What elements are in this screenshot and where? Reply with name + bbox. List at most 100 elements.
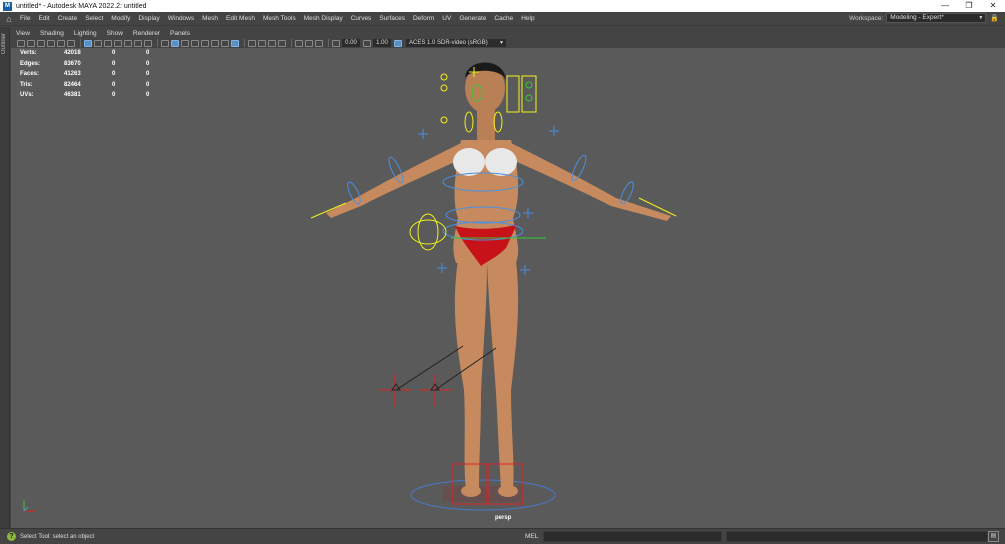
help-line: ? Select Tool: select an object MEL ▤ [0, 528, 1005, 544]
textured-icon[interactable] [201, 39, 209, 47]
isolate-select-icon[interactable] [295, 39, 303, 47]
panel-menu-show[interactable]: Show [102, 30, 128, 37]
menu-generate[interactable]: Generate [455, 15, 490, 22]
close-button[interactable]: ✕ [981, 0, 1005, 12]
chevron-down-icon: ▼ [499, 40, 504, 46]
menu-surfaces[interactable]: Surfaces [375, 15, 409, 22]
view-transform-dropdown[interactable]: ACES 1.0 SDR-video (sRGB) ▼ [406, 39, 506, 47]
exposure-icon[interactable] [332, 39, 340, 47]
grid-icon[interactable] [84, 39, 92, 47]
outliner-tab[interactable]: Outliner [0, 27, 10, 528]
command-line-input[interactable] [543, 531, 722, 542]
menu-edit-mesh[interactable]: Edit Mesh [222, 15, 259, 22]
hud-row-tris: Tris: 82464 0 0 [20, 80, 166, 91]
workspace-value: Modeling - Expert* [890, 14, 944, 21]
default-material-icon[interactable] [181, 39, 189, 47]
motion-blur-icon[interactable] [258, 39, 266, 47]
safe-action-icon[interactable] [134, 39, 142, 47]
menu-mesh[interactable]: Mesh [198, 15, 222, 22]
command-result-field [726, 531, 988, 542]
wireframe-icon[interactable] [161, 39, 169, 47]
menu-create[interactable]: Create [54, 15, 82, 22]
minimize-button[interactable]: — [933, 0, 957, 12]
menu-help[interactable]: Help [517, 15, 538, 22]
menu-file[interactable]: File [16, 15, 34, 22]
wireframe-on-shaded-icon[interactable] [191, 39, 199, 47]
ambient-occlusion-icon[interactable] [248, 39, 256, 47]
camera-name-label: persp [495, 515, 512, 521]
hud-value: 82464 [64, 81, 81, 88]
menu-deform[interactable]: Deform [409, 15, 438, 22]
title-bar: M untitled* - Autodesk MAYA 2022.2: unti… [0, 0, 1005, 12]
home-icon[interactable]: ⌂ [2, 14, 16, 24]
help-icon: ? [7, 532, 16, 541]
safe-title-icon[interactable] [144, 39, 152, 47]
hud-selected: 0 [112, 71, 116, 78]
panel-menu-shading[interactable]: Shading [35, 30, 69, 37]
toolbar-separator [291, 39, 292, 47]
image-plane-icon[interactable] [47, 39, 55, 47]
gamma-field[interactable]: 1.00 [373, 39, 391, 47]
hud-component: 0 [146, 92, 150, 99]
workspace-label: Workspace: [849, 14, 884, 22]
panel-menu-panels[interactable]: Panels [165, 30, 195, 37]
camera-attributes-icon[interactable] [27, 39, 35, 47]
color-management-icon[interactable] [394, 39, 402, 47]
viewport-persp[interactable]: Verts: 42018 0 0 Edges: 83670 0 0 Faces:… [11, 48, 1005, 528]
character-mesh[interactable] [326, 62, 671, 498]
scene-render [310, 62, 677, 511]
menu-mesh-display[interactable]: Mesh Display [300, 15, 347, 22]
maya-icon: M [3, 1, 12, 11]
script-editor-icon[interactable]: ▤ [988, 531, 999, 542]
menu-select[interactable]: Select [81, 15, 107, 22]
field-chart-icon[interactable] [124, 39, 132, 47]
menu-curves[interactable]: Curves [347, 15, 376, 22]
anti-aliasing-icon[interactable] [268, 39, 276, 47]
view-axis-icon [23, 500, 35, 512]
gamma-icon[interactable] [363, 39, 371, 47]
menu-edit[interactable]: Edit [34, 15, 53, 22]
panel-menu-view[interactable]: View [11, 30, 35, 37]
menu-modify[interactable]: Modify [107, 15, 134, 22]
panel-toolbar: 0.00 1.00 ACES 1.0 SDR-video (sRGB) ▼ [11, 38, 1005, 48]
hud-component: 0 [146, 60, 150, 67]
hud-row-faces: Faces: 41263 0 0 [20, 69, 166, 80]
command-language-toggle[interactable]: MEL [525, 533, 538, 540]
camera-icon[interactable] [17, 39, 25, 47]
bookmark-icon[interactable] [37, 39, 45, 47]
hud-label: UVs: [20, 92, 34, 99]
smooth-shade-icon[interactable] [171, 39, 179, 47]
hud-selected: 0 [112, 50, 116, 57]
window-title: untitled* - Autodesk MAYA 2022.2: untitl… [16, 2, 147, 10]
hud-row-verts: Verts: 42018 0 0 [20, 48, 166, 59]
hud-value: 42018 [64, 50, 81, 57]
use-all-lights-icon[interactable] [211, 39, 219, 47]
resolution-gate-icon[interactable] [104, 39, 112, 47]
hud-label: Edges: [20, 60, 41, 67]
shadows-icon[interactable] [221, 39, 229, 47]
exposure-field[interactable]: 0.00 [342, 39, 360, 47]
xray-active-icon[interactable] [315, 39, 323, 47]
panel-menu-lighting[interactable]: Lighting [69, 30, 102, 37]
2d-pan-zoom-icon[interactable] [57, 39, 65, 47]
gate-mask-icon[interactable] [114, 39, 122, 47]
hud-label: Tris: [20, 81, 33, 88]
lock-icon[interactable]: 🔒 [990, 14, 999, 22]
restore-button[interactable]: ❐ [957, 0, 981, 12]
menu-cache[interactable]: Cache [490, 15, 517, 22]
hud-label: Faces: [20, 71, 40, 78]
xray-joints-icon[interactable] [305, 39, 313, 47]
grease-pencil-icon[interactable] [67, 39, 75, 47]
depth-of-field-icon[interactable] [278, 39, 286, 47]
menu-display[interactable]: Display [134, 15, 163, 22]
panel-menu-bar: View Shading Lighting Show Renderer Pane… [11, 28, 1005, 38]
xray-icon[interactable] [231, 39, 239, 47]
menu-uv[interactable]: UV [438, 15, 455, 22]
menu-mesh-tools[interactable]: Mesh Tools [259, 15, 300, 22]
help-line-text: Select Tool: select an object [20, 533, 95, 540]
main-menu-bar: ⌂ File Edit Create Select Modify Display… [0, 12, 1005, 26]
panel-menu-renderer[interactable]: Renderer [128, 30, 165, 37]
menu-windows[interactable]: Windows [164, 15, 198, 22]
film-gate-icon[interactable] [94, 39, 102, 47]
workspace-dropdown[interactable]: Modeling - Expert* ▼ [886, 13, 987, 23]
